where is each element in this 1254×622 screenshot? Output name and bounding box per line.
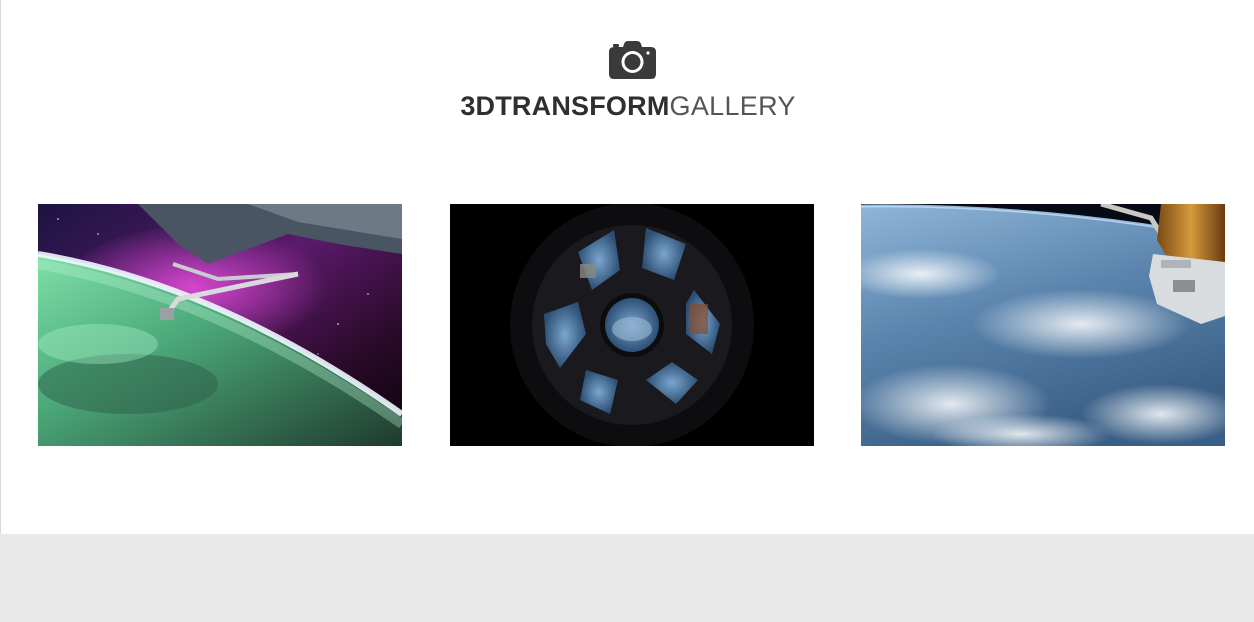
earth-photo xyxy=(861,204,1225,446)
title-light: GALLERY xyxy=(669,91,796,121)
title-bold: 3DTRANSFORM xyxy=(460,91,670,121)
cupola-photo xyxy=(450,204,814,446)
gallery-item-cupola[interactable] xyxy=(450,204,814,446)
gallery-item-earth[interactable] xyxy=(861,204,1225,446)
page-panel: 3DTRANSFORMGALLERY xyxy=(0,0,1254,534)
gallery-item-aurora[interactable] xyxy=(38,204,402,446)
aurora-photo xyxy=(38,204,402,446)
page-title: 3DTRANSFORMGALLERY xyxy=(1,88,1254,124)
footer-area xyxy=(0,534,1254,622)
camera-icon xyxy=(609,41,656,79)
